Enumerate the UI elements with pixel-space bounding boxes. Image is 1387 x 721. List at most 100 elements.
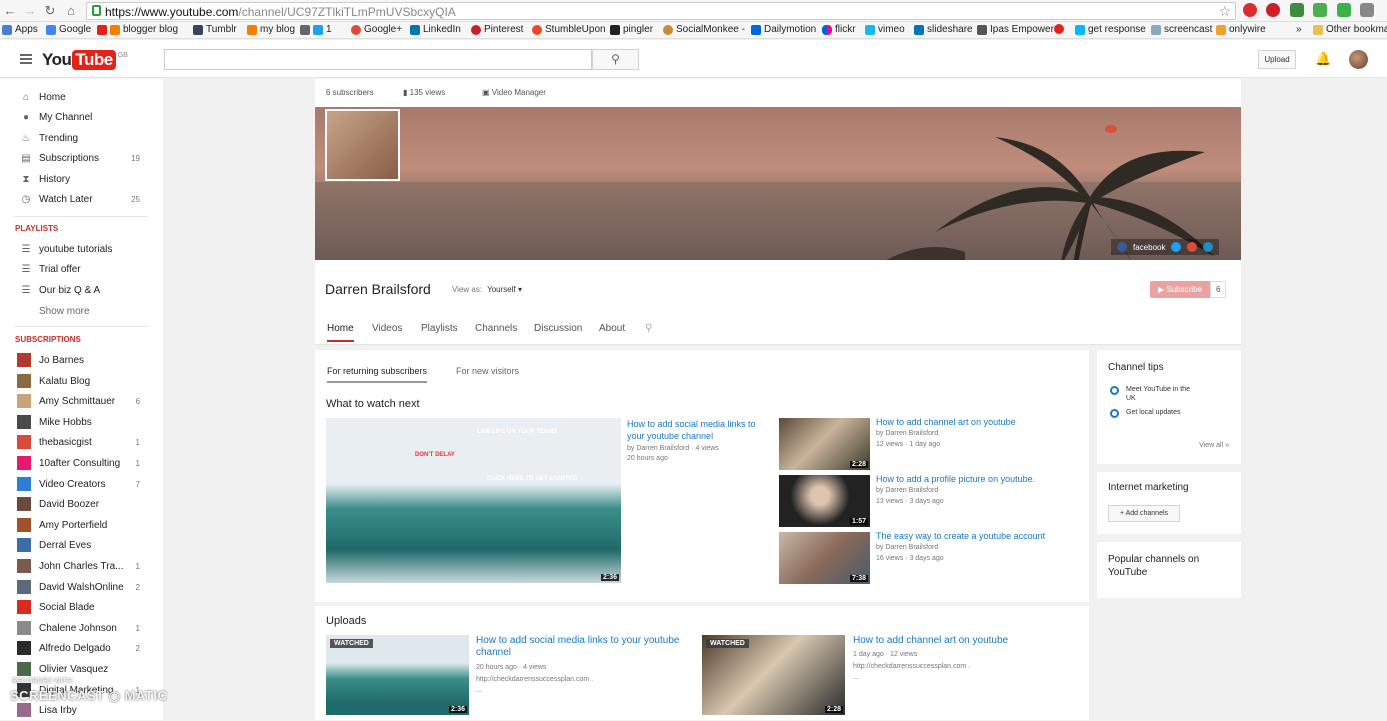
facebook-icon[interactable] [1117,242,1127,252]
googleplus-icon[interactable] [1187,242,1198,252]
tab-playlists[interactable]: Playlists [421,323,458,334]
bookmark-screencast[interactable]: screencast [1151,24,1212,35]
tab-channels[interactable]: Channels [475,323,517,334]
upload-button[interactable]: Upload [1258,50,1296,69]
channel-search-icon[interactable]: ⚲ [645,323,652,334]
bookmark-flickr[interactable]: flickr [822,24,856,35]
avatar[interactable] [1349,50,1368,69]
view-as-dropdown[interactable]: Yourself ▾ [487,285,522,294]
sidebar-item-playlist[interactable]: ☰ youtube tutorials [0,240,163,260]
forward-icon[interactable]: → [22,3,38,19]
pinterest-extension-icon[interactable] [1266,3,1280,17]
sidebar-item-subscription[interactable]: Chalene Johnson 1 [0,619,163,639]
bookmark-apps[interactable]: Apps [2,24,38,35]
video-thumbnail[interactable]: 7:38 [779,532,870,584]
bookmark-pingler[interactable]: pingler [610,24,653,35]
extension-icon[interactable] [1337,3,1351,17]
twitter-icon[interactable] [1171,242,1182,252]
bookmark-googleplus[interactable]: Google+ [351,24,402,35]
bookmark-google[interactable]: Google [46,24,91,35]
notification-bell-icon[interactable]: 🔔 [1315,51,1331,67]
extension-icon[interactable] [1290,3,1304,17]
search-button[interactable]: ⚲ [592,49,639,70]
uploads-heading[interactable]: Uploads [326,615,366,627]
bookmark-star-icon[interactable]: ☆ [1218,3,1231,20]
sidebar-item-subscription[interactable]: Alfredo Delgado 2 [0,639,163,659]
subscribe-button[interactable]: ▶ Subscribe [1150,281,1210,298]
bookmark-ipas-red[interactable] [1054,24,1064,34]
sidebar-item-subscription[interactable]: Jo Barnes [0,351,163,371]
video-title[interactable]: How to add channel art on youtube [876,416,1076,428]
sidebar-item-subscription[interactable]: Olivier Vasquez [0,660,163,680]
channel-avatar[interactable] [325,109,400,181]
sidebar-item-watch-later[interactable]: ◷ Watch Later 25 [0,190,163,210]
bookmark-vimeo[interactable]: vimeo [865,24,905,35]
tab-new-visitors[interactable]: For new visitors [456,366,519,376]
upload-thumbnail[interactable]: WATCHED 2:36 [326,635,469,715]
bookmark-myblog[interactable]: my blog [247,24,295,35]
bookmark-dailymotion[interactable]: Dailymotion [751,24,816,35]
bookmark-getresponse[interactable]: get response [1075,24,1146,35]
sidebar-item-subscription[interactable]: Kalatu Blog [0,372,163,392]
bookmark-twitter[interactable]: 1 [300,24,332,35]
sidebar-item-subscription[interactable]: John Charles Tra... 1 [0,557,163,577]
tab-about[interactable]: About [599,323,625,334]
upload-title[interactable]: How to add channel art on youtube [853,635,1073,647]
extension-icon[interactable] [1313,3,1327,17]
tab-discussion[interactable]: Discussion [534,323,582,334]
link-icon[interactable] [1203,242,1214,252]
bookmark-pinterest[interactable]: Pinterest [471,24,523,35]
bookmark-linkedin[interactable]: LinkedIn [410,24,461,35]
bookmark-tumblr[interactable]: Tumblr [193,24,237,35]
sidebar-item-subscription[interactable]: Social Blade [0,598,163,618]
sidebar-item-trending[interactable]: ♨ Trending [0,129,163,149]
sidebar-item-subscription[interactable]: Derral Eves [0,536,163,556]
bookmark-stumbleupon[interactable]: StumbleUpon [532,24,606,35]
bookmarks-overflow-icon[interactable]: » [1296,24,1302,35]
bookmark-blogger[interactable]: blogger blog [97,24,178,35]
guide-menu-icon[interactable] [20,54,32,64]
sidebar-item-history[interactable]: ⧗ History [0,170,163,190]
sidebar-item-subscription[interactable]: David Boozer [0,495,163,515]
upload-title[interactable]: How to add social media links to your yo… [476,635,696,659]
upload-thumbnail[interactable]: WATCHED 2:28 [702,635,845,715]
tab-home[interactable]: Home [327,323,354,342]
home-icon[interactable]: ⌂ [63,3,79,19]
sidebar-item-my-channel[interactable]: ● My Channel [0,108,163,128]
tab-videos[interactable]: Videos [372,323,402,334]
sidebar-item-subscription[interactable]: 10after Consulting 1 [0,454,163,474]
sidebar-item-subscription[interactable]: Mike Hobbs [0,413,163,433]
sidebar-item-subscription[interactable]: Lisa Irby [0,701,163,721]
bookmark-socialmonkee[interactable]: SocialMonkee - [663,24,745,35]
sidebar-item-subscription[interactable]: Amy Porterfield [0,516,163,536]
video-title[interactable]: How to add a profile picture on youtube. [876,473,1076,485]
sidebar-item-subscription[interactable]: David WalshOnline 2 [0,578,163,598]
video-thumbnail[interactable]: 1:57 [779,475,870,527]
tab-returning-subscribers[interactable]: For returning subscribers [327,366,428,383]
add-channels-button[interactable]: + Add channels [1108,505,1180,522]
sidebar-item-playlist[interactable]: ☰ Our biz Q & A [0,281,163,301]
search-input[interactable] [164,49,592,70]
bookmark-onlywire[interactable]: onlywire [1216,24,1266,35]
youtube-logo[interactable]: You Tube GB [42,50,128,70]
show-more-link[interactable]: Show more [39,306,90,317]
reload-icon[interactable]: ↻ [42,3,58,19]
bookmark-other[interactable]: Other bookmarks [1313,24,1387,35]
video-manager-link[interactable]: ▣ Video Manager [482,88,546,97]
sidebar-item-subscription[interactable]: Video Creators 7 [0,475,163,495]
sidebar-item-playlist[interactable]: ☰ Trial offer [0,260,163,280]
featured-video-title[interactable]: How to add social media links to your yo… [627,418,772,442]
video-title[interactable]: The easy way to create a youtube account [876,530,1076,542]
view-all-link[interactable]: View all » [1199,442,1229,449]
address-bar[interactable]: https://www.youtube.com/channel/UC97ZTlk… [86,2,1236,20]
extension-icon[interactable] [1360,3,1374,17]
facebook-link[interactable]: facebook [1133,243,1165,252]
sidebar-item-home[interactable]: ⌂ Home [0,88,163,108]
sidebar-item-subscriptions[interactable]: ▤ Subscriptions 19 [0,149,163,169]
sidebar-item-subscription[interactable]: thebasicgist 1 [0,433,163,453]
bookmark-slideshare[interactable]: slideshare [914,24,973,35]
bookmark-ipas[interactable]: Ipas Empower [977,24,1054,35]
back-icon[interactable]: ← [2,3,18,19]
extension-icon[interactable] [1243,3,1257,17]
video-thumbnail[interactable]: 2:28 [779,418,870,470]
